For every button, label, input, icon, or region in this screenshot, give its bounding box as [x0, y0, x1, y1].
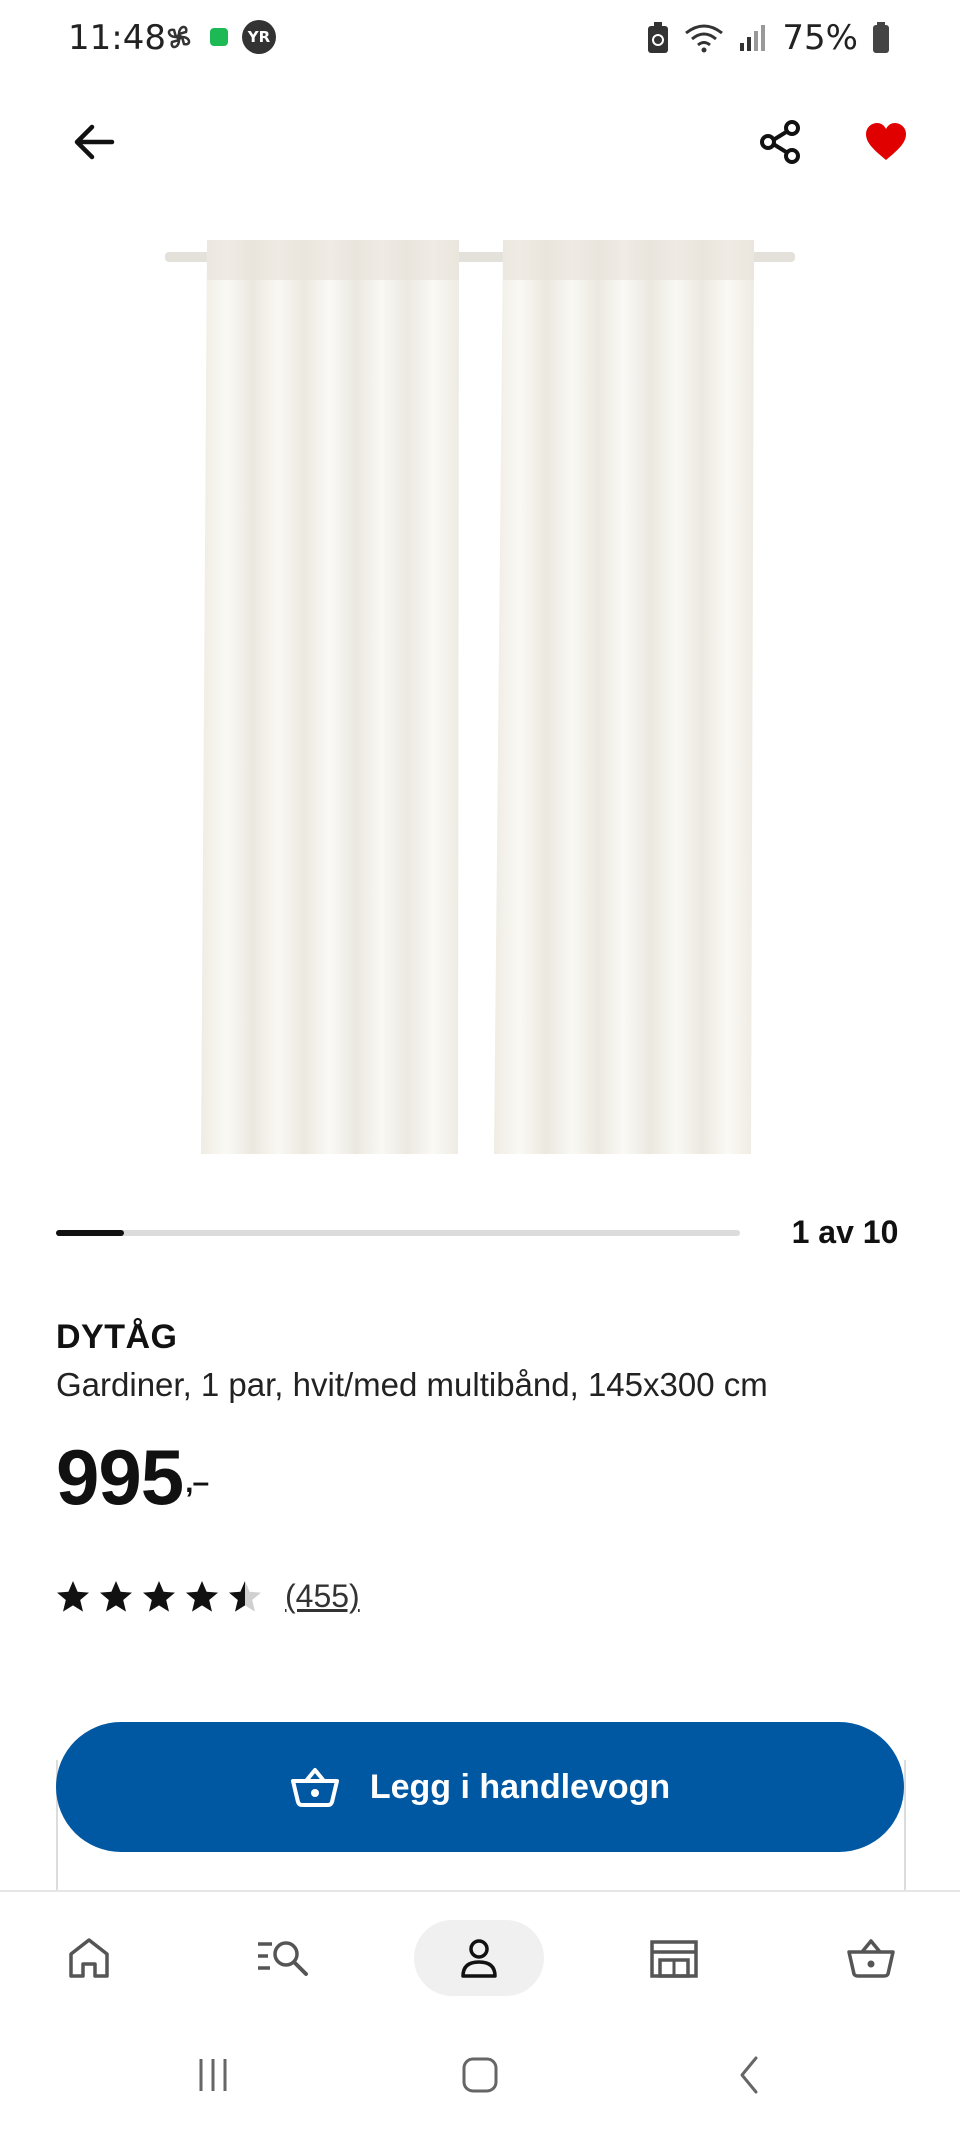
signal-icon	[740, 25, 766, 51]
system-back-button[interactable]	[715, 2050, 785, 2100]
gallery-progress-bar	[56, 1230, 740, 1236]
rating-stars	[56, 1580, 271, 1614]
home-system-button[interactable]	[445, 2050, 515, 2100]
top-bar	[0, 100, 960, 180]
back-button[interactable]	[64, 112, 124, 172]
profile-icon	[461, 1939, 497, 1978]
recent-apps-icon	[199, 2059, 227, 2091]
nav-stores[interactable]	[609, 1920, 739, 1996]
wifi-icon	[685, 24, 724, 53]
gallery-progress-fill	[56, 1230, 124, 1236]
price-value: 995	[56, 1433, 184, 1521]
battery-saver-icon	[648, 22, 669, 53]
product-description: Gardiner, 1 par, hvit/med multibånd, 145…	[56, 1366, 768, 1403]
home-square-icon	[462, 2057, 498, 2093]
chevron-left-icon	[740, 2056, 758, 2094]
fan-icon	[167, 25, 191, 49]
share-button[interactable]	[750, 112, 810, 172]
product-image[interactable]	[160, 228, 800, 1158]
home-icon	[69, 1938, 109, 1978]
cart-icon	[847, 1939, 895, 1978]
add-to-cart-button[interactable]: Legg i handlevogn	[56, 1722, 904, 1852]
system-icons: 75%	[646, 18, 890, 58]
star-half-icon	[229, 1580, 261, 1612]
gallery-counter: 1 av 10	[791, 1214, 899, 1250]
product-price: 995,–	[56, 1432, 209, 1522]
search-icon	[258, 1941, 308, 1976]
nav-profile[interactable]	[414, 1920, 544, 1996]
heart-filled-icon	[866, 123, 906, 160]
battery-icon	[873, 22, 889, 53]
notification-icons: YR	[162, 20, 276, 54]
system-navigation-bar	[0, 2020, 960, 2133]
product-rating[interactable]: (455)	[56, 1578, 360, 1615]
app-notification-icon	[210, 28, 228, 46]
status-bar: 11:48 YR 75%	[0, 0, 960, 80]
recent-apps-button[interactable]	[178, 2050, 248, 2100]
arrow-left-icon	[74, 124, 115, 160]
star-full-icon	[143, 1580, 175, 1612]
product-name: DYTÅG	[56, 1318, 178, 1356]
yr-app-icon: YR	[242, 20, 276, 54]
basket-icon	[290, 1768, 339, 1807]
share-icon	[760, 120, 800, 164]
nav-search[interactable]	[219, 1920, 349, 1996]
battery-percentage: 75%	[782, 18, 858, 58]
price-suffix: ,–	[185, 1466, 209, 1499]
star-full-icon	[186, 1580, 218, 1612]
favorite-button[interactable]	[854, 112, 918, 172]
review-count-link[interactable]: (455)	[285, 1578, 360, 1615]
star-full-icon	[57, 1580, 89, 1612]
bottom-navigation	[0, 1890, 960, 2022]
status-time: 11:48	[68, 18, 166, 58]
curtains-illustration	[165, 240, 795, 1154]
nav-cart[interactable]	[806, 1920, 936, 1996]
store-icon	[650, 1940, 698, 1978]
add-to-cart-label: Legg i handlevogn	[369, 1767, 671, 1806]
star-full-icon	[100, 1580, 132, 1612]
nav-home[interactable]	[24, 1920, 154, 1996]
